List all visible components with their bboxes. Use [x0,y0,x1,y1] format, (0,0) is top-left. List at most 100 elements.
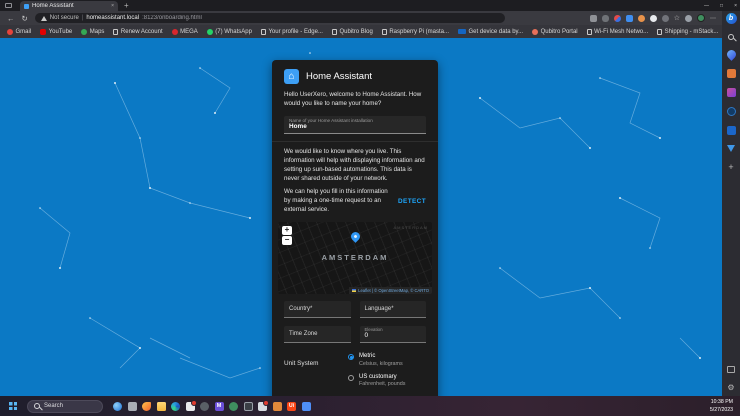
radio-selected-icon[interactable] [348,354,354,361]
tab-close-icon[interactable]: × [111,3,114,9]
metric-option[interactable]: Metric Celsius, kilograms [348,353,426,368]
window-controls: — □ × [704,0,737,11]
detect-row: We can help you fill in this information… [272,186,438,217]
split-screen-icon[interactable] [589,14,597,22]
country-select[interactable]: Country* [284,300,351,318]
windows-taskbar: Search M Ui 10:38 PM 5/27/2023 [0,396,740,416]
steam-icon[interactable] [200,401,209,411]
shopping-icon[interactable] [726,69,736,78]
page-icon [260,28,266,35]
copilot-icon[interactable] [113,401,122,411]
bookmark-wifi-mesh[interactable]: Wi-Fi Mesh Netwo... [586,28,649,35]
us-customary-option[interactable]: US customary Fahrenheit, pounds [348,374,426,389]
wheel-icon[interactable] [685,14,692,22]
detect-button[interactable]: DETECT [398,198,426,205]
maximize-button[interactable]: □ [720,3,723,9]
more-menu-icon[interactable]: ⋯ [710,15,716,22]
sidebar-search-icon[interactable] [728,34,734,40]
map-city-label-faint: AMSTERDAM [393,224,428,230]
mega-sync-icon[interactable]: M [214,401,224,411]
outlook-icon[interactable] [726,126,736,135]
feedback-icon[interactable] [727,366,735,373]
connector-icon[interactable] [272,401,282,411]
bookmark-shipping[interactable]: Shipping - mStack... [657,28,719,35]
page-icon [381,28,387,35]
back-icon[interactable]: ← [7,14,15,23]
chat-icon[interactable] [301,401,311,411]
zoom-in-button[interactable]: + [282,225,292,235]
bookmark-whatsapp[interactable]: (7) WhatsApp [206,28,252,35]
bookmark-qubitro-blog[interactable]: Qubitro Blog [331,28,373,35]
profile-avatar[interactable] [697,14,705,22]
bookmark-label: (7) WhatsApp [215,28,252,35]
bookmark-gmail[interactable]: Gmail [7,28,32,35]
zoom-out-button[interactable]: − [282,236,292,246]
extension-orange-icon[interactable] [637,14,645,22]
screenshot-tool-icon[interactable] [185,399,197,411]
display-icon[interactable] [243,401,253,411]
divider [272,140,438,142]
microsoft-365-icon[interactable] [726,88,736,97]
home-assistant-favicon [24,3,29,9]
search-icon [34,403,40,409]
bookmark-label: Qubitro Blog [339,28,373,35]
bookmark-label: Gmail [15,28,32,35]
send-icon[interactable] [727,145,735,152]
radio-unselected-icon[interactable] [348,375,354,382]
timezone-select[interactable]: Time Zone [284,325,351,343]
mail-icon[interactable] [258,399,269,411]
bookmark-label: Wi-Fi Mesh Netwo... [594,28,649,35]
bookmarks-bar: Gmail YouTube Maps Renew Account MEGA (7… [0,25,722,38]
location-pin-icon[interactable] [349,229,362,243]
bookmark-maps[interactable]: Maps [81,28,104,35]
toolbar-extensions: ☆ ⋯ [589,14,716,22]
bookmark-youtube[interactable]: YouTube [40,28,72,35]
extension-white-icon[interactable] [649,14,657,22]
add-sidebar-item-icon[interactable]: + [728,162,733,172]
page-icon [586,28,592,35]
games-icon[interactable] [726,107,736,116]
file-explorer-icon[interactable] [156,401,166,411]
location-map[interactable]: + − AMSTERDAM AMSTERDAM Leaflet | © Open… [278,221,432,294]
elevation-input[interactable]: Elevation 0 [359,325,426,343]
extension-red-icon[interactable] [613,14,621,22]
drop-icon[interactable] [724,48,738,61]
extension-grey-icon[interactable] [661,14,669,22]
gear-icon[interactable]: ⚙ [727,383,734,392]
extension-blue-icon[interactable] [625,14,633,22]
refresh-icon[interactable]: ↻ [22,14,28,23]
taskbar-search[interactable]: Search [27,399,103,413]
home-assistant-logo: ⌂ [284,69,299,84]
bookmark-your-profile[interactable]: Your profile - Edge... [260,28,323,35]
new-tab-button[interactable]: + [124,1,129,10]
browser-tab[interactable]: Home Assistant × [20,1,118,11]
bookmark-qubitro-portal[interactable]: Qubitro Portal [532,28,578,35]
bookmark-label: Shipping - mStack... [664,28,719,35]
uipath-icon[interactable]: Ui [287,401,296,411]
bookmark-mega[interactable]: MEGA [171,28,198,35]
address-bar[interactable]: Not secure | homeassistant.local :8123/o… [34,13,505,23]
bookmark-get-device-data[interactable]: Get device data by... [458,29,523,35]
maps-icon [81,28,88,35]
start-button[interactable] [9,402,17,410]
minimize-button[interactable]: — [704,3,709,9]
explorer-window-icon[interactable] [127,401,137,411]
bookmark-raspberry-pi[interactable]: Raspberry Pi (masta... [381,28,449,35]
taskbar-clock[interactable]: 10:38 PM 5/27/2023 [710,399,733,414]
shell-icon[interactable] [229,401,238,411]
youtube-icon [40,28,47,35]
us-customary-subtitle: Fahrenheit, pounds [359,381,406,388]
close-button[interactable]: × [734,3,737,9]
name-input[interactable]: Name of your Home Assistant installation… [284,115,426,134]
bookmark-renew-account[interactable]: Renew Account [113,28,163,35]
edge-icon[interactable] [171,401,180,411]
qubitro-icon [532,28,539,35]
bing-chat-icon[interactable]: b [725,13,737,24]
favorites-star-icon[interactable]: ☆ [674,14,680,22]
language-select[interactable]: Language* [359,300,426,318]
browser-essentials-icon[interactable] [601,14,609,22]
elevation-value: 0 [364,332,369,340]
flag-icon [352,288,357,292]
firebird-icon[interactable] [142,401,151,411]
workspace-icon[interactable] [5,3,12,8]
